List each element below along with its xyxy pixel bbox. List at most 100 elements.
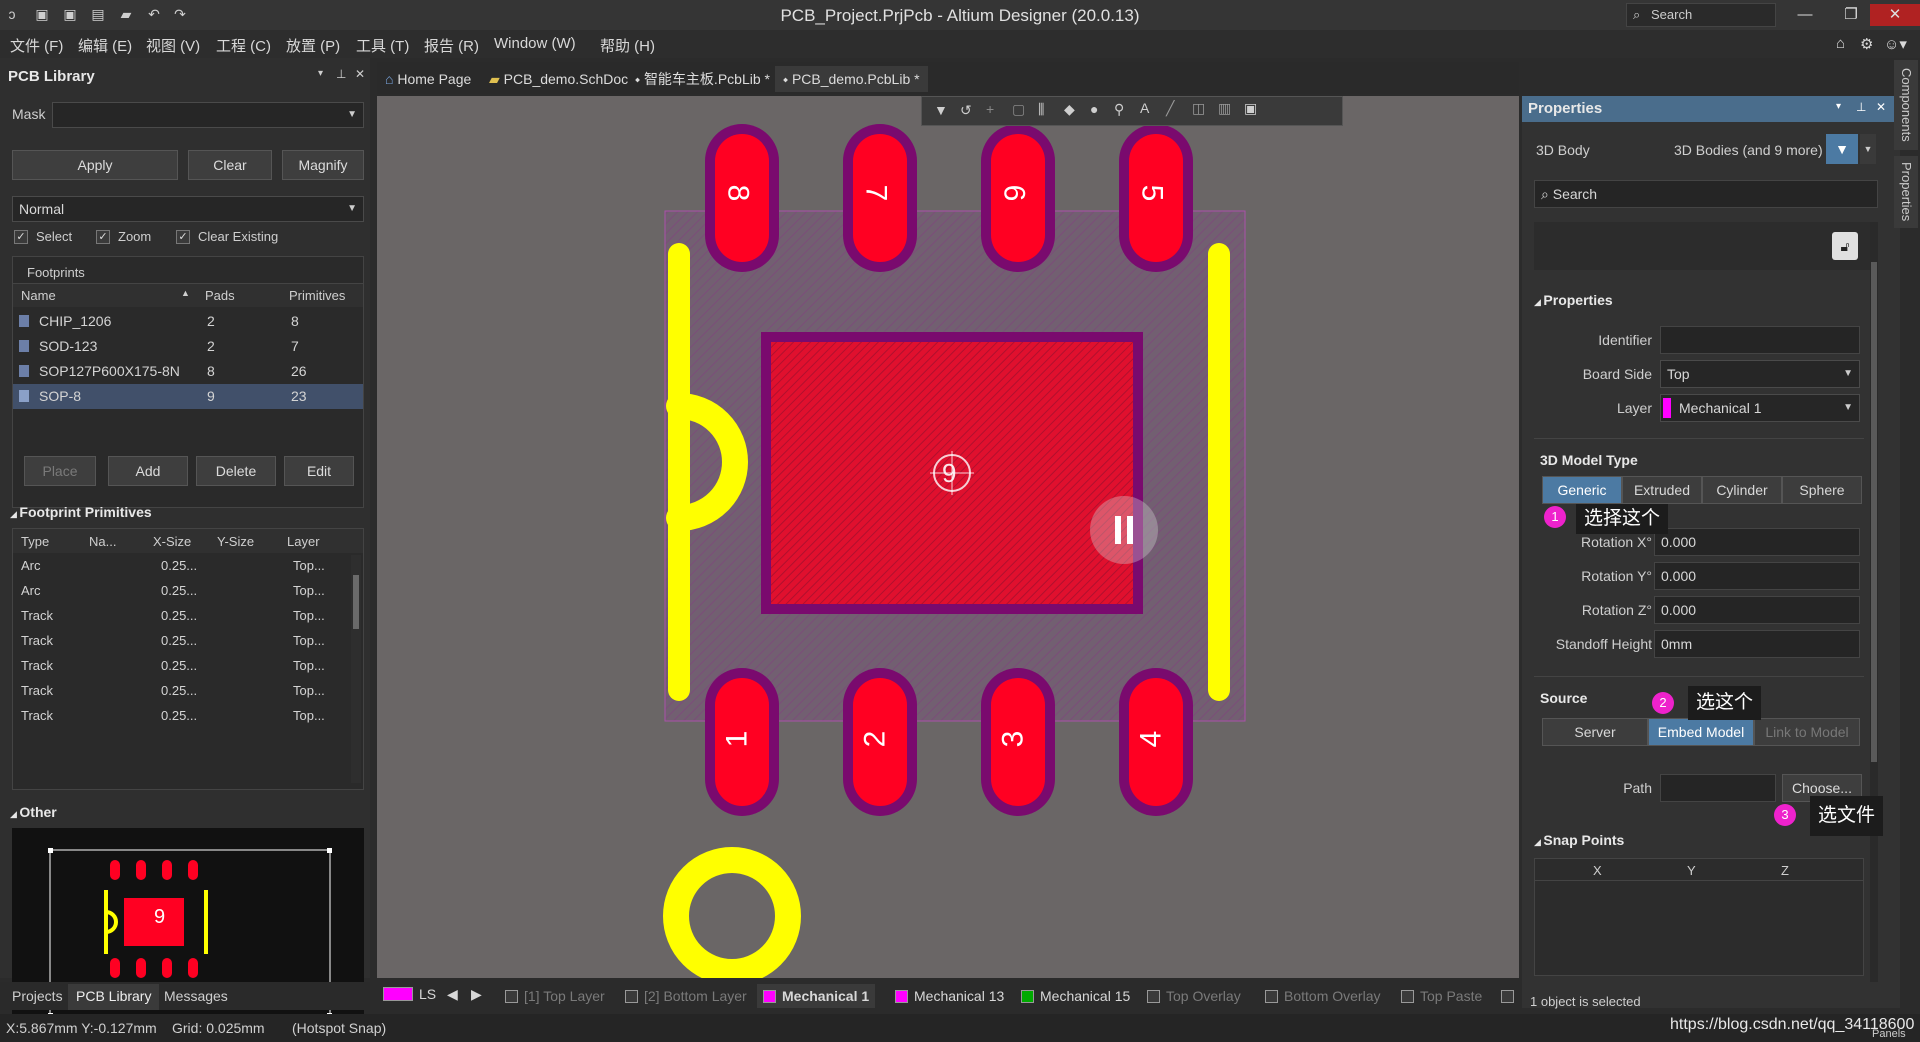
pin-icon[interactable]: ⊥	[1856, 100, 1866, 114]
layer-bottom-overlay[interactable]: Bottom Overlay	[1265, 988, 1380, 1004]
menu-file[interactable]: 文件 (F)	[10, 35, 63, 56]
chart-icon[interactable]: ▥	[1218, 100, 1231, 117]
layer-select[interactable]: Mechanical 1 ▼	[1660, 394, 1860, 422]
home-icon[interactable]: ⌂	[1836, 35, 1845, 52]
table-row-selected[interactable]: SOP-8 9 23	[13, 384, 363, 409]
table-row[interactable]: CHIP_1206 2 8	[13, 309, 363, 334]
zoom-checkbox[interactable]: ✓	[96, 230, 110, 244]
panel-close-icon[interactable]: ✕	[1876, 100, 1886, 114]
standoff-input[interactable]: 0mm	[1654, 630, 1860, 658]
tab-messages[interactable]: Messages	[164, 988, 228, 1004]
scrollbar-thumb[interactable]	[1871, 262, 1877, 762]
layer-top-layer[interactable]: [1] Top Layer	[505, 988, 605, 1004]
properties-search-input[interactable]: ⌕ Search	[1534, 180, 1878, 208]
menu-place[interactable]: 放置 (P)	[286, 35, 340, 56]
route-icon[interactable]: ↺	[960, 102, 972, 119]
text-icon[interactable]: A	[1140, 100, 1149, 116]
edit-button[interactable]: Edit	[284, 456, 354, 486]
col-name[interactable]: Name	[21, 288, 56, 303]
other-section-title[interactable]: ◢ Other	[10, 804, 57, 820]
pin-icon[interactable]: ⊥	[336, 67, 346, 81]
properties-scrollbar[interactable]	[1870, 222, 1878, 982]
table-row[interactable]: Arc 0.25... Top...	[13, 553, 349, 578]
filter-dropdown[interactable]: ▼	[1860, 134, 1876, 164]
rotation-z-input[interactable]: 0.000	[1654, 596, 1860, 624]
mode-select[interactable]: Normal ▼	[12, 196, 364, 222]
model-type-cylinder[interactable]: Cylinder	[1702, 476, 1782, 504]
table-row[interactable]: Track 0.25... Top...	[13, 653, 349, 678]
source-link-to-model[interactable]: Link to Model	[1754, 718, 1860, 746]
tab-schdoc[interactable]: ▰ PCB_demo.SchDoc	[481, 66, 636, 92]
tab-smartcar-pcblib[interactable]: ⬩ 智能车主板.PcbLib *	[627, 66, 778, 92]
tab-home-page[interactable]: ⌂ Home Page	[377, 66, 479, 92]
menu-project[interactable]: 工程 (C)	[216, 35, 271, 56]
menu-tools[interactable]: 工具 (T)	[356, 35, 409, 56]
path-input[interactable]	[1660, 774, 1776, 802]
panel-menu-icon[interactable]: ▾	[318, 68, 323, 79]
layer-bottom-layer[interactable]: [2] Bottom Layer	[625, 988, 747, 1004]
magnify-button[interactable]: Magnify	[282, 150, 364, 180]
fill-icon[interactable]: ◆	[1064, 101, 1075, 118]
menu-reports[interactable]: 报告 (R)	[424, 35, 479, 56]
model-type-generic[interactable]: Generic	[1542, 476, 1622, 504]
gear-icon[interactable]: ⚙	[1860, 35, 1873, 53]
rotation-x-input[interactable]: 0.000	[1654, 528, 1860, 556]
maximize-button[interactable]: ❐	[1836, 4, 1866, 26]
tab-pcb-demo-pcblib[interactable]: ⬩ PCB_demo.PcbLib *	[775, 66, 928, 92]
table-row[interactable]: Arc 0.25... Top...	[13, 578, 349, 603]
menu-window[interactable]: Window (W)	[494, 35, 576, 52]
table-row[interactable]: SOP127P600X175-8N 8 26	[13, 359, 363, 384]
table-row[interactable]: Track 0.25... Top...	[13, 628, 349, 653]
layer-mechanical-1[interactable]: Mechanical 1	[757, 984, 876, 1008]
model-type-sphere[interactable]: Sphere	[1782, 476, 1862, 504]
pad-icon[interactable]: ●	[1090, 101, 1098, 117]
identifier-input[interactable]	[1660, 326, 1860, 354]
crosshair-icon[interactable]: +	[986, 101, 994, 117]
layer-scroll-left[interactable]: ◀	[447, 986, 458, 1003]
table-row[interactable]: Track 0.25... Top...	[13, 703, 349, 728]
col-primitives[interactable]: Primitives	[289, 288, 345, 303]
close-button[interactable]: ✕	[1870, 4, 1920, 26]
line-icon[interactable]: ╱	[1166, 100, 1174, 117]
panel-menu-icon[interactable]: ▾	[1836, 101, 1841, 112]
col-name[interactable]: Na...	[89, 534, 116, 549]
filter-icon[interactable]: ▼	[934, 102, 948, 118]
menu-view[interactable]: 视图 (V)	[146, 35, 200, 56]
scrollbar-thumb[interactable]	[353, 575, 359, 629]
properties-section-title[interactable]: ◢ Properties	[1534, 292, 1613, 308]
table-row[interactable]: Track 0.25... Top...	[13, 678, 349, 703]
panels-button[interactable]: Panels	[1872, 1028, 1906, 1040]
model-type-extruded[interactable]: Extruded	[1622, 476, 1702, 504]
table-row[interactable]: SOD-123 2 7	[13, 334, 363, 359]
primitives-section-title[interactable]: ◢ Footprint Primitives	[10, 504, 152, 520]
tab-projects[interactable]: Projects	[12, 988, 63, 1004]
panel-close-icon[interactable]: ✕	[355, 67, 365, 81]
layer-set-ls[interactable]: LS	[383, 986, 436, 1002]
source-server[interactable]: Server	[1542, 718, 1648, 746]
col-pads[interactable]: Pads	[205, 288, 235, 303]
col-layer[interactable]: Layer	[287, 534, 320, 549]
place-button[interactable]: Place	[24, 456, 96, 486]
minimize-button[interactable]: —	[1790, 4, 1820, 26]
align-icon[interactable]: ⫼	[1038, 101, 1044, 118]
table-row[interactable]: Track 0.25... Top...	[13, 603, 349, 628]
menu-help[interactable]: 帮助 (H)	[600, 35, 655, 56]
layer-top-overlay[interactable]: Top Overlay	[1147, 988, 1241, 1004]
select-checkbox[interactable]: ✓	[14, 230, 28, 244]
region-icon[interactable]: ▣	[1244, 100, 1257, 117]
lock-icon[interactable]: 🔓︎	[1832, 232, 1858, 260]
layer-mechanical-13[interactable]: Mechanical 13	[895, 988, 1004, 1004]
pcb-canvas[interactable]: 8 7 6 5 1 2 3 4 9 ▼ ↺ + ▢ ⫼ ◆ ● ⚲ A ╱ ◫ …	[377, 96, 1519, 978]
board-side-select[interactable]: Top ▼	[1660, 360, 1860, 388]
side-tab-properties[interactable]: Properties	[1894, 156, 1918, 228]
source-embed-model[interactable]: Embed Model	[1648, 718, 1754, 746]
layer-top-paste[interactable]: Top Paste	[1401, 988, 1482, 1004]
col-xsize[interactable]: X-Size	[153, 534, 191, 549]
layer-scroll-right[interactable]: ▶	[471, 986, 482, 1003]
clear-existing-checkbox[interactable]: ✓	[176, 230, 190, 244]
col-type[interactable]: Type	[21, 534, 49, 549]
user-icon[interactable]: ☺▾	[1884, 35, 1907, 53]
snap-points-title[interactable]: ◢ Snap Points	[1534, 832, 1624, 848]
apply-button[interactable]: Apply	[12, 150, 178, 180]
col-ysize[interactable]: Y-Size	[217, 534, 254, 549]
